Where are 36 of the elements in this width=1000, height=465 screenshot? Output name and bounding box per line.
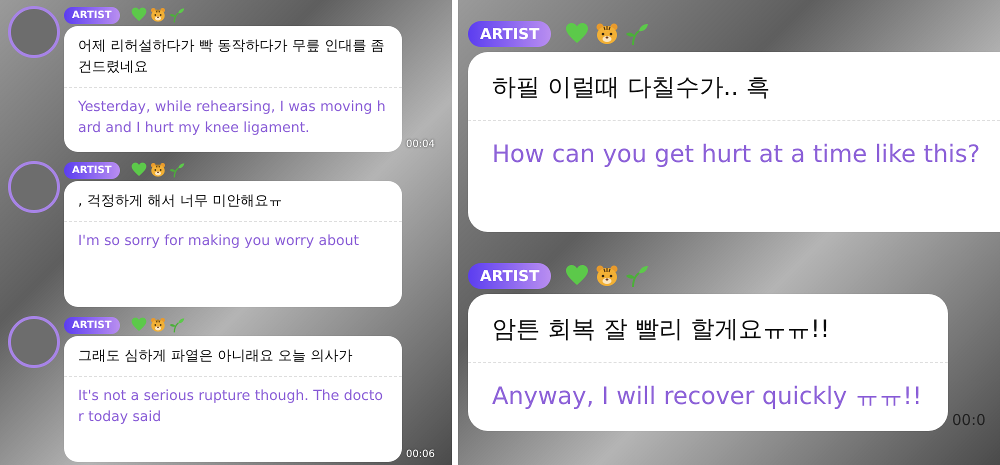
avatar[interactable] [8, 161, 60, 213]
heart-icon [130, 317, 147, 333]
tiger-face-icon [595, 264, 620, 288]
timestamp: 00:06 [406, 449, 435, 462]
heart-icon [130, 7, 147, 23]
translation-text: Yesterday, while rehearsing, I was moving hard and I hurt my knee ligament. [78, 98, 387, 138]
heart-icon [565, 22, 590, 46]
heart-icon [565, 264, 590, 288]
timestamp: 00:0 [952, 411, 986, 431]
translation-text: How can you get hurt at a time like this? [492, 139, 982, 170]
artist-badge: ARTIST [64, 162, 120, 178]
message-text: 어제 리허설하다가 빡 동작하다가 무릎 인대를 좀 건드렸네요 [78, 37, 386, 77]
timestamp: 00:04 [406, 139, 435, 152]
artist-badge: ARTIST [468, 263, 552, 289]
sprout-icon [625, 264, 650, 288]
tiger-face-icon [150, 162, 166, 178]
tiger-face-icon [150, 317, 166, 333]
tiger-face-icon [150, 7, 166, 23]
translation-text: It's not a serious rupture though. The doctor today said [78, 387, 384, 427]
sprout-icon [168, 162, 185, 178]
translation-text: Anyway, I will recover quickly ㅠㅠ!! [492, 381, 923, 412]
artist-badge: ARTIST [64, 316, 120, 334]
avatar[interactable] [8, 316, 60, 368]
message-text: , 걱정하게 해서 너무 미안해요ㅠ [78, 192, 284, 211]
sprout-icon [168, 7, 185, 23]
message-text: 하필 이럴때 다칠수가.. 흑 [492, 72, 772, 103]
artist-badge: ARTIST [64, 6, 120, 24]
translation-text: I'm so sorry for making you worry about [78, 232, 360, 251]
tiger-face-icon [595, 22, 620, 46]
sprout-icon [168, 317, 185, 333]
message-text: 그래도 심하게 파열은 아니래요 오늘 의사가 [78, 347, 354, 366]
sprout-icon [625, 22, 650, 46]
heart-icon [130, 162, 147, 178]
avatar[interactable] [8, 6, 60, 58]
message-text: 암튼 회복 잘 빨리 할게요ㅠㅠ!! [492, 314, 831, 345]
artist-badge: ARTIST [468, 21, 552, 47]
